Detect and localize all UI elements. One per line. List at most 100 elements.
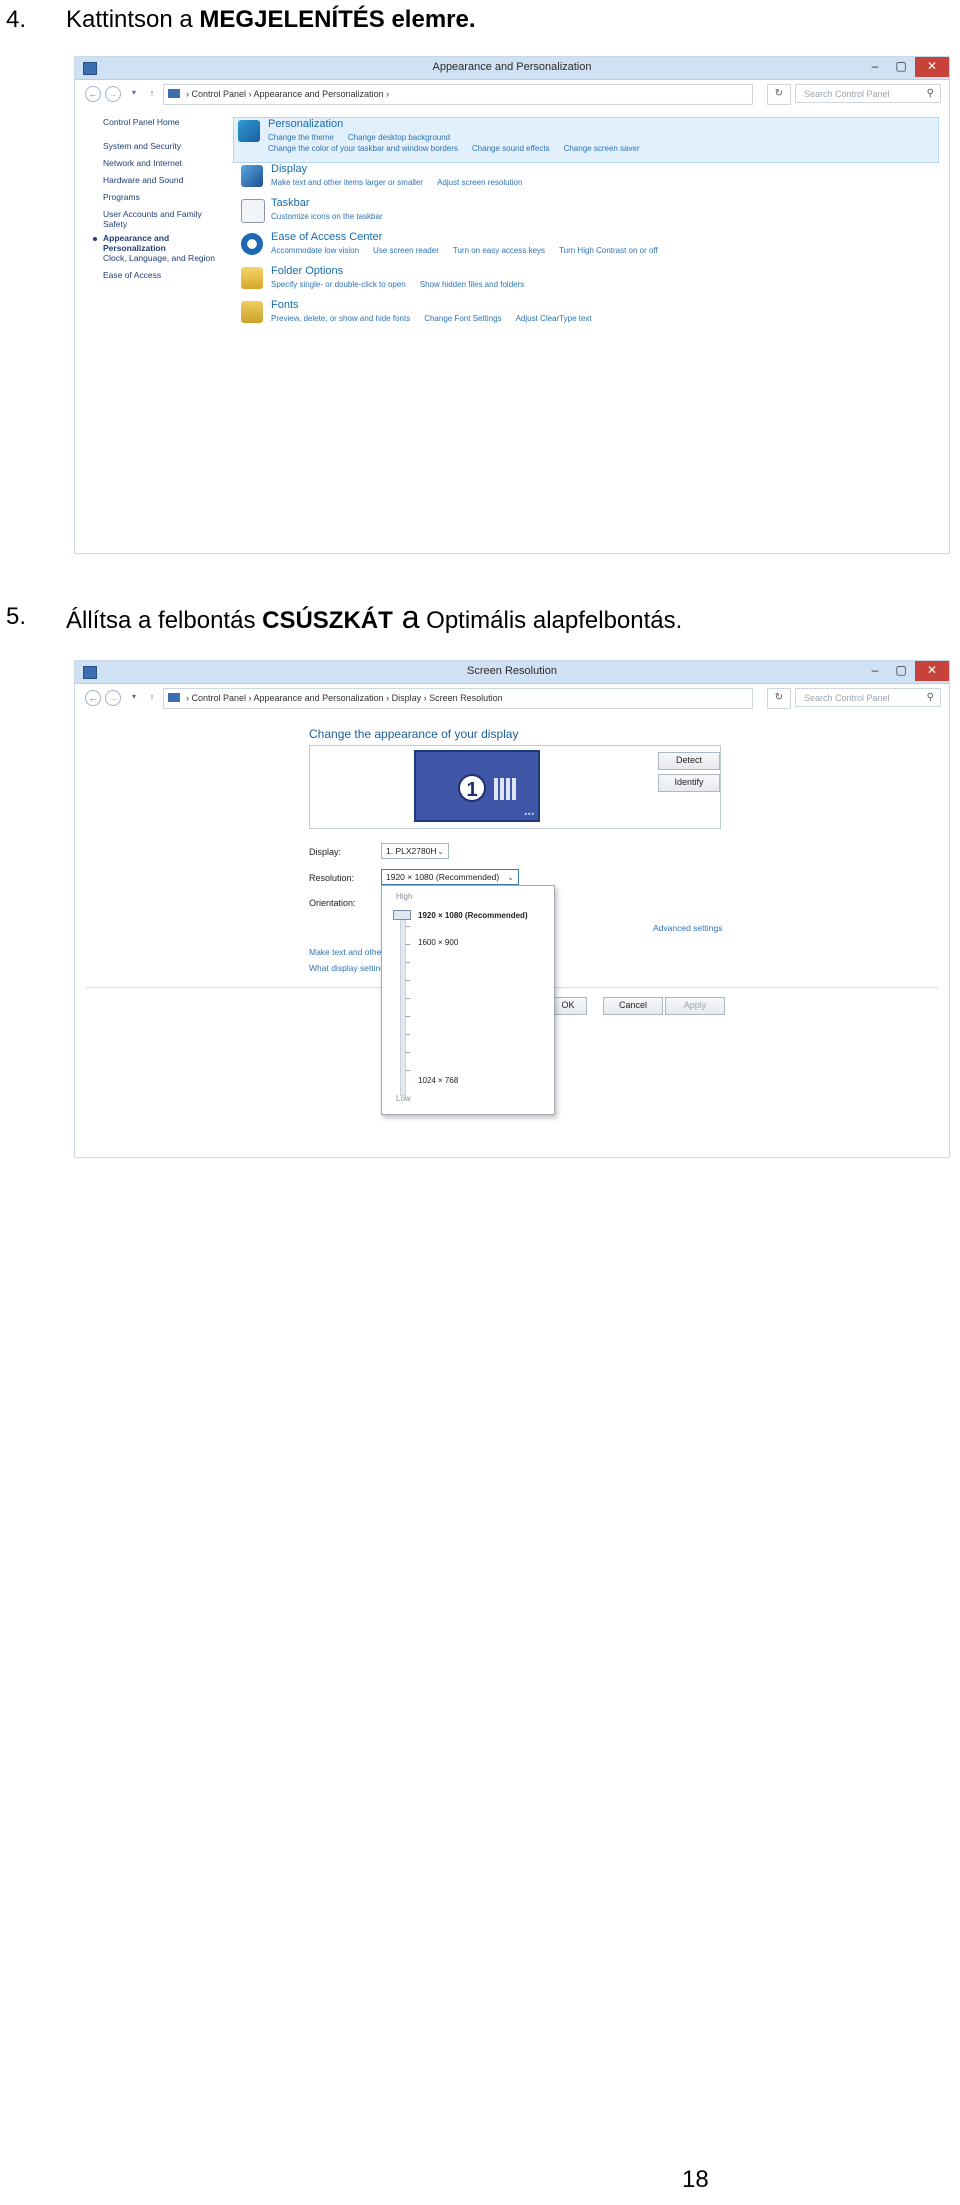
sidebar-item-ease[interactable]: Ease of Access (103, 270, 233, 287)
dots-icon: ▪▪▪ (524, 811, 535, 818)
monitor-preview: 1 ▪▪▪ Detect Identify (309, 745, 721, 829)
link-preview-fonts[interactable]: Preview, delete, or show and hide fonts (271, 314, 410, 323)
category-name[interactable]: Folder Options (271, 265, 343, 277)
up-icon[interactable]: ↑ (145, 690, 159, 704)
resolution-select[interactable]: 1920 × 1080 (Recommended) ⌄ (381, 869, 519, 885)
text-size-link[interactable]: Make text and other (309, 947, 384, 957)
resolution-label: Resolution: (309, 873, 355, 883)
minimize-button[interactable]: – (863, 661, 887, 681)
sidebar-item-programs[interactable]: Programs (103, 192, 233, 209)
resolution-select-value: 1920 × 1080 (Recommended) (386, 872, 500, 882)
link-font-settings[interactable]: Change Font Settings (424, 314, 501, 323)
back-icon[interactable]: ← (85, 86, 101, 102)
link-high-contrast[interactable]: Turn High Contrast on or off (559, 246, 658, 255)
sidebar-item-network[interactable]: Network and Internet (103, 158, 233, 175)
link-sound-effects[interactable]: Change sound effects (472, 144, 550, 153)
maximize-button[interactable]: ▢ (889, 57, 913, 77)
category-links: Preview, delete, or show and hide fonts C… (271, 313, 606, 324)
slider-tick (406, 944, 410, 945)
maximize-button[interactable]: ▢ (889, 661, 913, 681)
step-text: Állítsa a felbontás CSÚSZKÁT a Optimális… (66, 601, 682, 635)
link-screen-resolution[interactable]: Adjust screen resolution (437, 178, 522, 187)
advanced-settings-link[interactable]: Advanced settings (653, 923, 722, 933)
sidebar-item-appearance[interactable]: Appearance and Personalization (93, 233, 193, 253)
category-taskbar[interactable]: Taskbar Customize icons on the taskbar (237, 197, 939, 231)
slider-thumb[interactable] (393, 910, 411, 920)
link-low-vision[interactable]: Accommodate low vision (271, 246, 359, 255)
cancel-button[interactable]: Cancel (603, 997, 663, 1015)
ease-of-access-icon (241, 233, 263, 255)
category-display[interactable]: Display Make text and other items larger… (237, 163, 939, 197)
option-1920x1080[interactable]: 1920 × 1080 (Recommended) (418, 911, 528, 920)
address-bar: ← → ▾ ↑ › Control Panel › Appearance and… (83, 688, 941, 709)
breadcrumb-text: › Control Panel › Appearance and Persona… (186, 693, 503, 703)
link-hidden-files[interactable]: Show hidden files and folders (420, 280, 525, 289)
breadcrumb[interactable]: › Control Panel › Appearance and Persona… (163, 84, 753, 105)
category-links: Customize icons on the taskbar (271, 211, 397, 222)
link-screen-saver[interactable]: Change screen saver (564, 144, 640, 153)
personalization-icon (238, 120, 260, 142)
link-taskbar-color[interactable]: Change the color of your taskbar and win… (268, 144, 458, 153)
display-select-value: 1. PLX2780H (386, 846, 437, 856)
slider-tick (406, 1016, 410, 1017)
step-text-plain: Állítsa a felbontás (66, 607, 263, 634)
breadcrumb[interactable]: › Control Panel › Appearance and Persona… (163, 688, 753, 709)
category-links: Accommodate low vision Use screen reader T… (271, 245, 672, 256)
sidebar-item-user-accounts[interactable]: User Accounts and Family Safety (103, 209, 213, 233)
category-ease-of-access[interactable]: Ease of Access Center Accommodate low vi… (237, 231, 939, 265)
search-input[interactable]: Search Control Panel ⚲ (795, 84, 941, 103)
category-name[interactable]: Display (271, 163, 307, 175)
display-icon (241, 165, 263, 187)
category-name[interactable]: Ease of Access Center (271, 231, 382, 243)
category-links: Change the theme Change desktop backgroun… (268, 132, 654, 154)
up-icon[interactable]: ↑ (145, 86, 159, 100)
link-desktop-background[interactable]: Change desktop background (348, 133, 450, 142)
category-name[interactable]: Taskbar (271, 197, 310, 209)
detect-button[interactable]: Detect (658, 752, 720, 770)
link-access-keys[interactable]: Turn on easy access keys (453, 246, 545, 255)
sidebar-item-clock[interactable]: Clock, Language, and Region (103, 253, 233, 270)
page-title: Change the appearance of your display (309, 727, 519, 741)
category-links: Make text and other items larger or smal… (271, 177, 536, 188)
sidebar-item-home[interactable]: Control Panel Home (103, 117, 233, 141)
step-number: 5. (6, 603, 27, 630)
category-personalization[interactable]: Personalization Change the theme Change d… (233, 117, 939, 163)
option-1600x900[interactable]: 1600 × 900 (418, 938, 458, 947)
link-cleartype[interactable]: Adjust ClearType text (516, 314, 592, 323)
sidebar-item-hardware[interactable]: Hardware and Sound (103, 175, 233, 192)
chevron-down-icon[interactable]: ▾ (127, 690, 141, 704)
taskbar-icon (241, 199, 265, 223)
display-select[interactable]: 1. PLX2780H ⌄ (381, 843, 449, 859)
category-fonts[interactable]: Fonts Preview, delete, or show and hide … (237, 299, 939, 333)
close-button[interactable]: ✕ (915, 661, 949, 681)
apply-button[interactable]: Apply (665, 997, 725, 1015)
option-1024x768[interactable]: 1024 × 768 (418, 1076, 458, 1085)
low-label: Low (396, 1094, 411, 1103)
chevron-down-icon[interactable]: ▾ (127, 86, 141, 100)
close-button[interactable]: ✕ (915, 57, 949, 77)
category-name[interactable]: Personalization (268, 118, 343, 130)
slider-tick (406, 980, 410, 981)
category-folder-options[interactable]: Folder Options Specify single- or double… (237, 265, 939, 299)
forward-icon[interactable]: → (105, 86, 121, 102)
link-change-theme[interactable]: Change the theme (268, 133, 334, 142)
refresh-icon[interactable]: ↻ (767, 84, 791, 105)
refresh-icon[interactable]: ↻ (767, 688, 791, 709)
page-number: 18 (682, 2166, 709, 2193)
category-name[interactable]: Fonts (271, 299, 299, 311)
folder-icon (241, 267, 263, 289)
sidebar-item-system-security[interactable]: System and Security (103, 141, 233, 158)
minimize-button[interactable]: – (863, 57, 887, 77)
display-settings-link[interactable]: What display setting (309, 963, 385, 973)
slider-track[interactable] (400, 912, 406, 1096)
search-input[interactable]: Search Control Panel ⚲ (795, 688, 941, 707)
link-screen-reader[interactable]: Use screen reader (373, 246, 439, 255)
identify-button[interactable]: Identify (658, 774, 720, 792)
link-text-size[interactable]: Make text and other items larger or smal… (271, 178, 423, 187)
back-icon[interactable]: ← (85, 690, 101, 706)
link-customize-icons[interactable]: Customize icons on the taskbar (271, 212, 383, 221)
keypad-icon (494, 778, 516, 800)
forward-icon[interactable]: → (105, 690, 121, 706)
monitor-1[interactable]: 1 ▪▪▪ (414, 750, 540, 822)
link-click-to-open[interactable]: Specify single- or double-click to open (271, 280, 406, 289)
